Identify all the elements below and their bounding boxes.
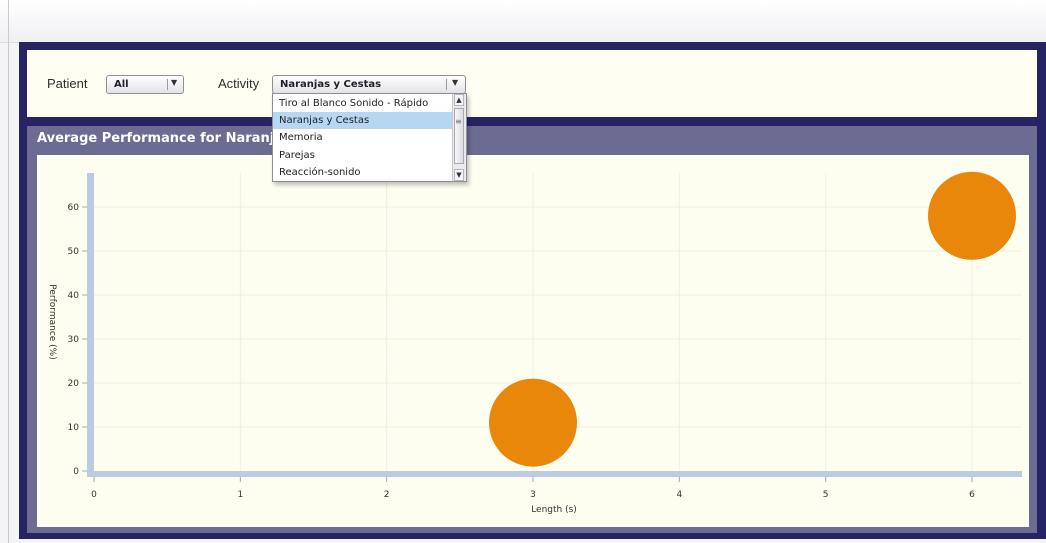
scroll-down-icon[interactable]: ▼: [454, 169, 464, 181]
filter-panel: Patient All ▼ Activity Naranjas y Cestas…: [27, 50, 1037, 117]
patient-select-value: All: [114, 79, 129, 90]
x-axis-title: Length (s): [531, 505, 577, 515]
x-tick-label: 3: [530, 490, 536, 500]
data-bubble: [928, 171, 1016, 260]
y-tick-label: 30: [68, 335, 80, 345]
activity-select[interactable]: Naranjas y Cestas ▼: [272, 75, 466, 94]
window-header-strip: [0, 0, 1046, 43]
chart-area: 0 10 20 30 40 50 60 0 1 2 3 4 5 6 Length (s) Performanc…: [37, 155, 1029, 527]
activity-option[interactable]: Memoria: [273, 129, 453, 146]
x-axis: [87, 471, 1022, 477]
x-tick-label: 2: [384, 490, 390, 500]
x-tick-label: 5: [823, 490, 829, 500]
patient-label: Patient: [47, 76, 88, 91]
y-tick-label: 20: [68, 379, 80, 389]
x-tick-label: 0: [91, 490, 97, 500]
chart-panel-title: Average Performance for Naranjas: [37, 131, 291, 146]
activity-select-separator: [446, 79, 447, 90]
activity-label: Activity: [218, 76, 260, 91]
chart-panel: Average Performance for Naranjas 0 10 20 30…: [27, 126, 1037, 533]
activity-option[interactable]: Naranjas y Cestas: [273, 112, 453, 130]
y-tick-label: 60: [68, 203, 80, 213]
chevron-down-icon[interactable]: ▼: [171, 78, 177, 87]
y-tick-label: 0: [73, 467, 79, 477]
chevron-down-icon[interactable]: ▼: [452, 78, 458, 87]
activity-option[interactable]: Tiro al Blanco Sonido - Rápido: [273, 95, 453, 112]
scroll-grip-icon: ≡: [455, 117, 462, 126]
activity-option[interactable]: Reacción-sonido: [273, 164, 453, 181]
y-axis-title: Performance (%): [47, 284, 57, 359]
dashboard-frame: Patient All ▼ Activity Naranjas y Cestas…: [19, 42, 1046, 539]
window-left-border: [8, 0, 9, 543]
activity-option[interactable]: Parejas: [273, 147, 453, 164]
bubble-chart: 0 10 20 30 40 50 60 0 1 2 3 4 5 6 Length (s) Performanc…: [47, 171, 1022, 515]
x-tick-label: 4: [676, 490, 682, 500]
y-tick-label: 40: [68, 291, 80, 301]
y-tick-label: 50: [68, 247, 80, 257]
x-tick-label: 1: [237, 490, 243, 500]
x-tick-label: 6: [969, 490, 975, 500]
dropdown-scrollbar[interactable]: ▲ ≡ ▼: [452, 94, 466, 181]
patient-select-separator: [167, 79, 168, 90]
activity-select-value: Naranjas y Cestas: [280, 79, 382, 90]
activity-dropdown-list[interactable]: Tiro al Blanco Sonido - Rápido Naranjas y…: [272, 93, 467, 182]
patient-select[interactable]: All ▼: [106, 75, 184, 94]
y-tick-label: 10: [68, 423, 80, 433]
y-axis: [87, 173, 94, 471]
data-bubble: [489, 378, 577, 467]
scroll-up-icon[interactable]: ▲: [454, 94, 464, 106]
